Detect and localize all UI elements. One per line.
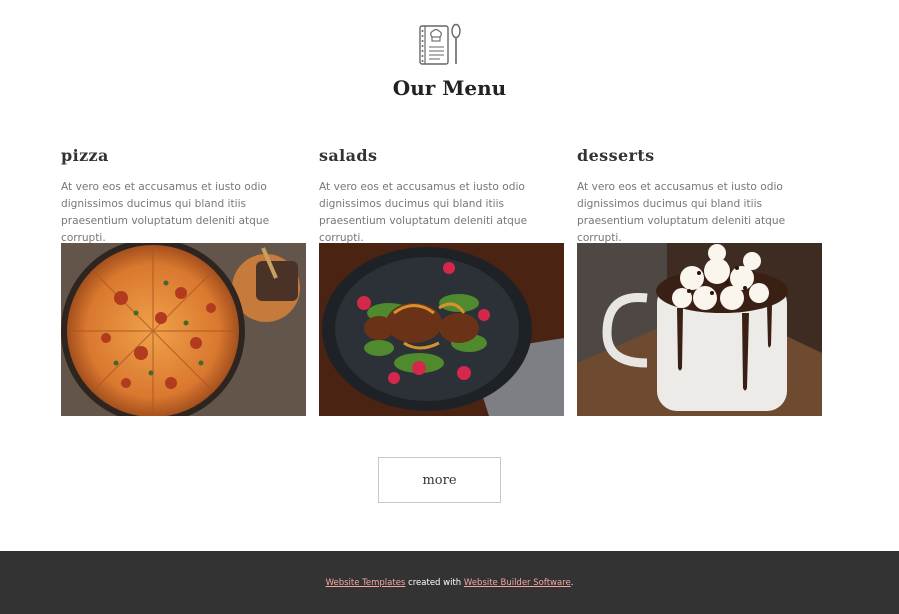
more-button[interactable]: more bbox=[378, 457, 501, 503]
website-builder-link[interactable]: Website Builder Software bbox=[464, 578, 571, 588]
footer-text: Website Templates created with Website B… bbox=[326, 578, 574, 588]
salad-photo bbox=[319, 243, 564, 416]
footer-middle-text: created with bbox=[405, 577, 464, 588]
menu-item-description: At vero eos et accusamus et iusto odio d… bbox=[577, 181, 786, 244]
menu-item-salads: salads At vero eos et accusamus et iusto… bbox=[319, 146, 564, 416]
menu-item-desserts: desserts At vero eos et accusamus et ius… bbox=[577, 146, 822, 416]
menu-item-title: salads bbox=[319, 146, 378, 165]
menu-item-pizza: pizza At vero eos et accusamus et iusto … bbox=[61, 146, 306, 416]
menu-item-title: pizza bbox=[61, 146, 109, 165]
page-title: Our Menu bbox=[392, 76, 507, 100]
pizza-photo bbox=[61, 243, 306, 416]
recipe-book-spoon-icon bbox=[419, 23, 461, 65]
menu-item-description: At vero eos et accusamus et iusto odio d… bbox=[61, 181, 270, 244]
website-templates-link[interactable]: Website Templates bbox=[326, 578, 406, 588]
footer: Website Templates created with Website B… bbox=[0, 551, 899, 614]
menu-item-description: At vero eos et accusamus et iusto odio d… bbox=[319, 181, 528, 244]
hot-chocolate-photo bbox=[577, 243, 822, 416]
footer-end-text: . bbox=[570, 577, 574, 588]
menu-item-title: desserts bbox=[577, 146, 655, 165]
